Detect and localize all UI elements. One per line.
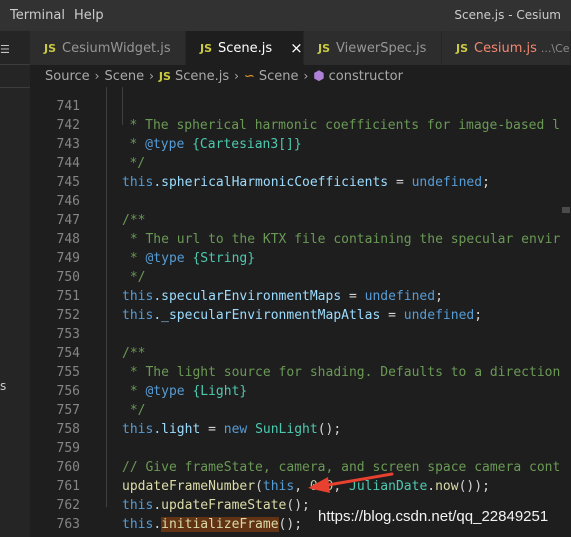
code-line: 755 * @type {Light}	[30, 344, 571, 399]
side-bar-divider	[0, 87, 30, 88]
tab-label: ViewerSpec.js	[336, 40, 427, 56]
code-line: 752	[30, 287, 571, 323]
breadcrumb-class[interactable]: Scene	[259, 69, 299, 84]
js-file-icon: JS	[44, 41, 57, 55]
code-line: 741 * The spherical harmonic coefficient…	[30, 87, 571, 133]
symbol-method-icon: ⬢	[313, 68, 325, 84]
side-bar: ☰ s	[0, 31, 30, 537]
code-line: 743 */	[30, 116, 571, 171]
code-line: 751 this._specularEnvironmentMapAtlas = …	[30, 268, 571, 323]
code-line: 754 * The light source for shading. Defa…	[30, 325, 571, 380]
editor-tabs: JS CesiumWidget.js JS Scene.js × JS View…	[30, 31, 571, 65]
menu-terminal[interactable]: Terminal	[10, 8, 65, 23]
code-line: 757 this.light = new SunLight();	[30, 382, 571, 437]
breadcrumb-source[interactable]: Source	[45, 69, 90, 84]
code-line: 756 */	[30, 363, 571, 418]
code-line: 745	[30, 154, 571, 190]
chevron-right-icon: ›	[234, 69, 239, 83]
tab-scene[interactable]: JS Scene.js ×	[186, 31, 304, 65]
chevron-right-icon: ›	[94, 69, 100, 83]
code-line: 750 this.specularEnvironmentMaps = undef…	[30, 249, 571, 304]
tab-cesiumwidget[interactable]: JS CesiumWidget.js	[30, 31, 186, 65]
tab-label: Cesium.js	[474, 40, 537, 56]
code-line: 749 */	[30, 230, 571, 285]
code-line: 761 this.updateFrameState();	[30, 458, 571, 513]
code-line: 762 this.initializeFrame();	[30, 477, 571, 532]
code-line: 758	[30, 401, 571, 437]
code-line: 742 * @type {Cartesian3[]}	[30, 97, 571, 152]
breadcrumb-member[interactable]: constructor	[329, 69, 403, 84]
chevron-right-icon: ›	[149, 69, 154, 83]
side-bar-clipped-text: s	[0, 379, 7, 393]
chevron-right-icon: ›	[303, 69, 309, 83]
side-bar-header: ☰	[0, 31, 30, 65]
tab-path: ...\Cesi	[540, 41, 570, 55]
js-file-icon: JS	[318, 41, 331, 55]
code-line: 747 * The url to the KTX file containing…	[30, 192, 571, 247]
vertical-scrollbar[interactable]	[561, 87, 571, 537]
watermark: https://blog.csdn.net/qq_22849251	[318, 508, 549, 525]
breadcrumb-file[interactable]: Scene.js	[175, 69, 229, 84]
menu-help[interactable]: Help	[74, 8, 104, 23]
tab-cesium[interactable]: JS Cesium.js ...\Cesi	[442, 31, 571, 65]
symbol-class-icon: ∽	[243, 68, 255, 84]
code-editor[interactable]: 741 * The spherical harmonic coefficient…	[30, 87, 571, 537]
tab-viewerspec[interactable]: JS ViewerSpec.js	[304, 31, 442, 65]
tab-label: CesiumWidget.js	[62, 40, 171, 56]
menu-lines-icon[interactable]: ☰	[0, 43, 10, 56]
code-line: 748 * @type {String}	[30, 211, 571, 266]
window-title: Scene.js - Cesium	[454, 8, 561, 22]
title-bar: Terminal Help Scene.js - Cesium	[0, 0, 571, 31]
code-line: 760 updateFrameNumber(this, 0.0, JulianD…	[30, 439, 571, 494]
breadcrumb-scene-folder[interactable]: Scene	[104, 69, 144, 84]
code-line: 746 /**	[30, 173, 571, 228]
code-line: 744 this.sphericalHarmonicCoefficients =…	[30, 135, 571, 190]
close-icon[interactable]: ×	[290, 39, 303, 57]
code-line: 753 /**	[30, 306, 571, 361]
breadcrumb: Source › Scene › JS Scene.js › ∽ Scene ›…	[30, 65, 571, 87]
annotation-arrow	[308, 472, 394, 493]
js-file-icon: JS	[158, 69, 171, 83]
code-line: 759 // Give frameState, camera, and scre…	[30, 420, 571, 475]
js-file-icon: JS	[456, 41, 469, 55]
tab-label: Scene.js	[218, 40, 273, 56]
js-file-icon: JS	[200, 41, 213, 55]
